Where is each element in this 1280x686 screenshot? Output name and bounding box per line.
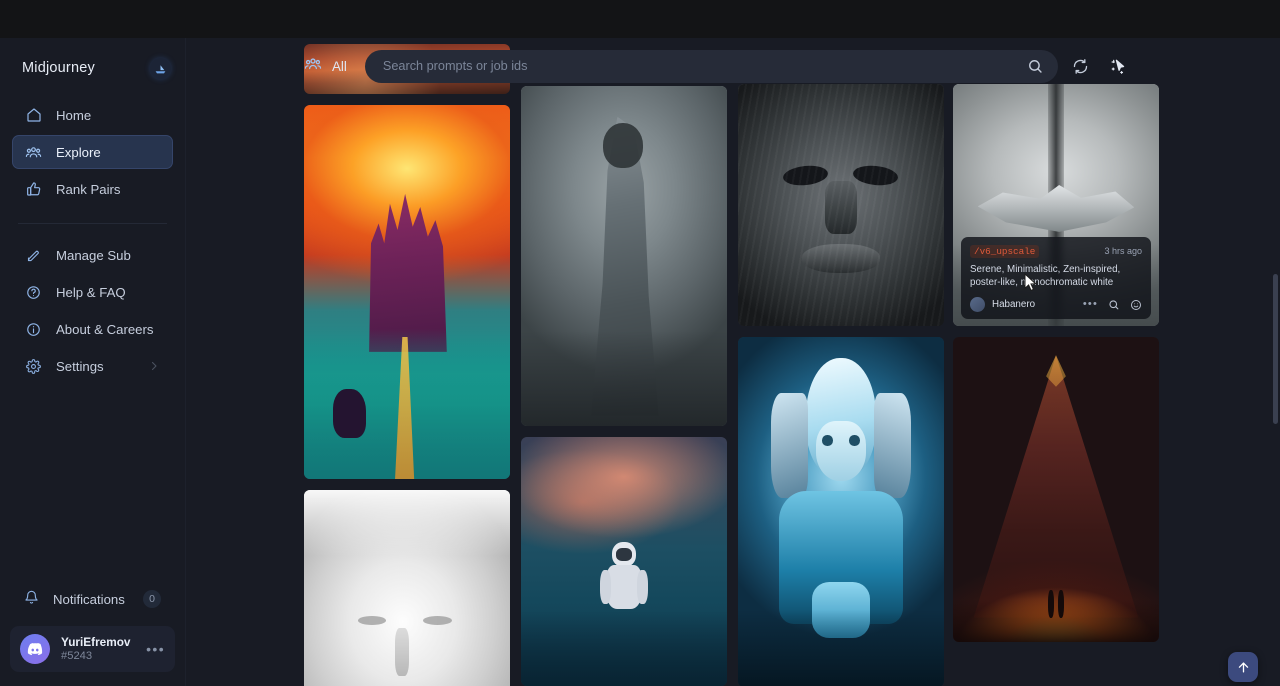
artwork-rock-face	[738, 84, 944, 326]
info-footer: Habanero •••	[970, 297, 1142, 312]
user-meta: YuriEfremov #5243	[61, 635, 131, 664]
nav-primary: Home Explore	[0, 98, 185, 209]
topbar: All	[186, 38, 1280, 94]
main-content: All	[186, 38, 1280, 686]
artwork-stone-face-white	[304, 490, 510, 686]
gear-icon	[25, 358, 42, 375]
brand-name: Midjourney	[22, 60, 95, 76]
info-icon	[25, 321, 42, 338]
filter-all-button[interactable]: All	[186, 55, 347, 78]
vertical-scrollbar[interactable]	[1273, 274, 1278, 424]
tile-monolith-grey[interactable]: /v6_upscale 3 hrs ago Serene, Minimalist…	[953, 84, 1159, 326]
timestamp: 3 hrs ago	[1104, 246, 1142, 256]
nav-secondary: Manage Sub Help & FAQ About & Careers	[0, 238, 185, 386]
scroll-to-top-button[interactable]	[1228, 652, 1258, 682]
search-icon[interactable]	[1025, 56, 1046, 77]
user-name: YuriEfremov	[61, 635, 131, 650]
artwork-cyborg-girl	[738, 337, 944, 686]
artwork-cloaked-figure	[521, 86, 727, 426]
chevron-right-icon	[148, 360, 160, 372]
people-icon	[304, 55, 322, 78]
sidebar-item-label: Home	[56, 108, 91, 123]
overlay-actions: •••	[1083, 299, 1142, 311]
tile-castle-sunset[interactable]	[304, 105, 510, 479]
smiley-icon[interactable]	[1130, 299, 1142, 311]
people-icon	[25, 144, 42, 161]
notifications-count-badge: 0	[143, 590, 161, 608]
avatar	[970, 297, 985, 312]
tile-rock-face[interactable]	[738, 84, 944, 326]
tile-cyborg-girl[interactable]	[738, 337, 944, 686]
more-options-icon[interactable]: •••	[1083, 299, 1098, 310]
artwork-astronaut-sea	[521, 437, 727, 686]
user-more-icon[interactable]: •••	[146, 642, 165, 656]
refresh-button[interactable]	[1066, 51, 1096, 81]
grid-column	[304, 44, 510, 686]
tile-fire-pyramid[interactable]	[953, 337, 1159, 642]
sidebar: Midjourney Home	[0, 38, 186, 686]
grid-column	[738, 84, 944, 686]
edit-icon	[25, 247, 42, 264]
sidebar-item-label: Help & FAQ	[56, 285, 126, 300]
image-grid: /v6_upscale 3 hrs ago Serene, Minimalist…	[304, 86, 1160, 686]
grid-column	[521, 86, 727, 686]
tile-astronaut-sea[interactable]	[521, 437, 727, 686]
sailboat-icon[interactable]	[150, 58, 171, 79]
discord-icon	[20, 634, 50, 664]
sidebar-item-rank-pairs[interactable]: Rank Pairs	[12, 172, 173, 206]
image-info-overlay: /v6_upscale 3 hrs ago Serene, Minimalist…	[961, 237, 1151, 319]
brand-row: Midjourney	[0, 38, 185, 98]
artwork-fire-pyramid	[953, 337, 1159, 642]
notifications-label: Notifications	[53, 592, 125, 607]
sidebar-item-home[interactable]: Home	[12, 98, 173, 132]
prompt-text: Serene, Minimalistic, Zen-inspired, post…	[970, 263, 1142, 289]
info-header: /v6_upscale 3 hrs ago	[970, 245, 1142, 258]
sidebar-item-manage-sub[interactable]: Manage Sub	[12, 238, 173, 272]
author-name: Habanero	[992, 299, 1035, 310]
user-account-card[interactable]: YuriEfremov #5243 •••	[10, 626, 175, 672]
sidebar-item-label: Manage Sub	[56, 248, 131, 263]
sidebar-item-label: Settings	[56, 359, 104, 374]
filter-all-label: All	[332, 59, 347, 74]
bell-icon	[24, 590, 39, 608]
sparkle-cursor-button[interactable]	[1104, 51, 1134, 81]
sidebar-item-label: Explore	[56, 145, 101, 160]
sidebar-item-label: About & Careers	[56, 322, 154, 337]
command-tag: /v6_upscale	[970, 245, 1039, 258]
artwork-castle-sunset	[304, 105, 510, 479]
help-icon	[25, 284, 42, 301]
sidebar-item-about-careers[interactable]: About & Careers	[12, 312, 173, 346]
sidebar-item-explore[interactable]: Explore	[12, 135, 173, 169]
sidebar-spacer	[0, 386, 185, 582]
sidebar-item-settings[interactable]: Settings	[12, 349, 173, 383]
sidebar-divider	[18, 223, 167, 224]
search-input[interactable]	[365, 59, 1058, 73]
zoom-search-icon[interactable]	[1108, 299, 1120, 311]
grid-column: /v6_upscale 3 hrs ago Serene, Minimalist…	[953, 84, 1159, 653]
sidebar-item-help-faq[interactable]: Help & FAQ	[12, 275, 173, 309]
home-icon	[25, 107, 42, 124]
browser-chrome-strip	[0, 0, 1280, 38]
search-bar	[365, 50, 1058, 83]
user-discriminator: #5243	[61, 649, 131, 663]
tile-cloaked-figure[interactable]	[521, 86, 727, 426]
thumbs-up-icon	[25, 181, 42, 198]
app-root: Midjourney Home	[0, 38, 1280, 686]
notifications-row[interactable]: Notifications 0	[12, 582, 173, 616]
sidebar-item-label: Rank Pairs	[56, 182, 121, 197]
tile-stone-face-white[interactable]	[304, 490, 510, 686]
